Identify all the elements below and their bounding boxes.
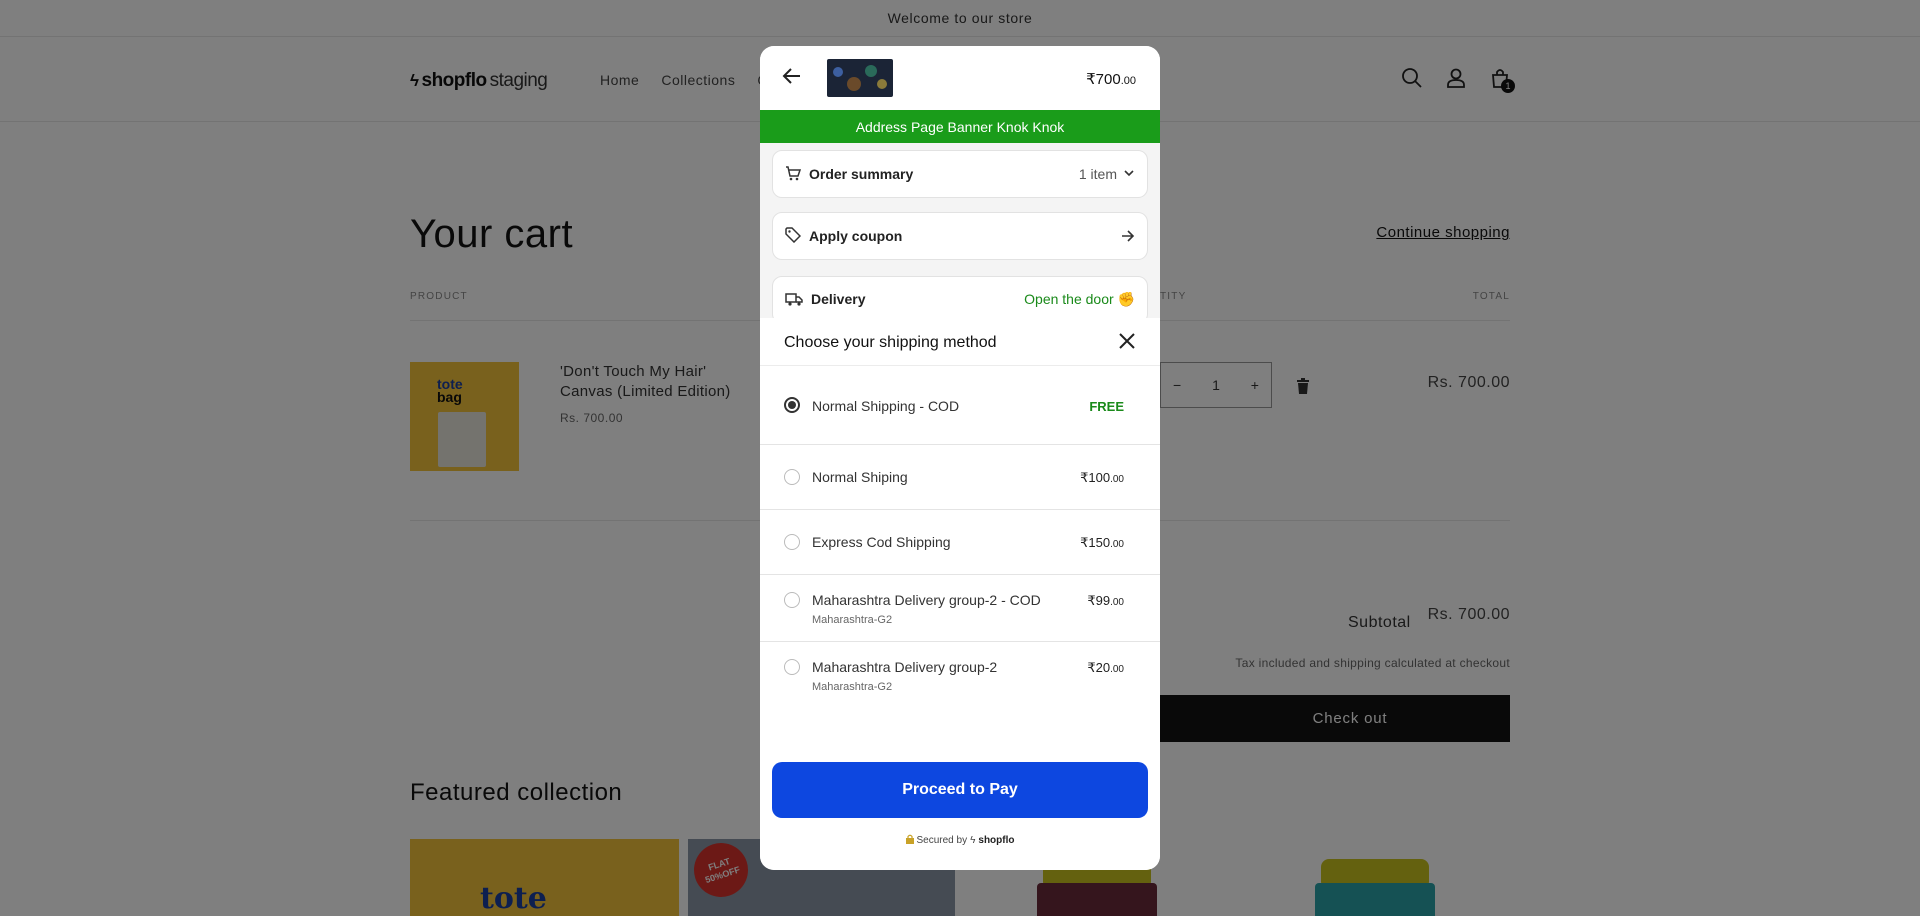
shipping-option-name: Maharashtra Delivery group-2 - COD (812, 592, 1041, 608)
shipping-option-name: Normal Shipping - COD (812, 398, 960, 414)
promo-banner-text: Address Page Banner Knok Knok (855, 118, 1065, 135)
tag-icon (785, 226, 802, 246)
shipping-option-cost: ₹20.00 (1087, 660, 1124, 676)
order-total: ₹700.00 (1086, 70, 1136, 88)
apply-coupon-row[interactable]: Apply coupon (772, 212, 1148, 260)
close-icon[interactable] (1118, 332, 1136, 355)
back-arrow-icon[interactable] (782, 66, 802, 91)
order-total-decimal: .00 (1120, 75, 1136, 87)
sheet-title: Choose your shipping method (784, 334, 997, 351)
chevron-down-icon (1123, 166, 1135, 182)
modal-header: ₹700.00 (760, 46, 1160, 110)
delivery-value: Open the door ✊ (1024, 291, 1135, 307)
secured-prefix: Secured by (916, 835, 968, 846)
shipping-option[interactable]: Express Cod Shipping ₹150.00 (760, 510, 1160, 575)
shipping-option[interactable]: Maharashtra Delivery group-2 - COD Mahar… (760, 575, 1160, 642)
bolt-icon: ϟ (970, 835, 976, 846)
shipping-option-cost: ₹150.00 (1080, 535, 1124, 551)
shipping-option-cost: ₹100.00 (1080, 470, 1124, 486)
sheet-header: Choose your shipping method (760, 318, 1160, 366)
truck-icon (785, 291, 803, 310)
delivery-row[interactable]: Delivery Open the door ✊ (772, 276, 1148, 324)
order-summary-count: 1 item (1078, 166, 1117, 182)
arrow-right-icon (1121, 229, 1135, 243)
shipping-option-sub: Maharashtra-G2 (812, 614, 893, 626)
shipping-option[interactable]: Maharashtra Delivery group-2 Maharashtra… (760, 642, 1160, 709)
radio-button[interactable] (784, 659, 800, 675)
shipping-option-name: Express Cod Shipping (812, 534, 951, 550)
cost-main: ₹150 (1080, 535, 1111, 550)
product-thumbnail (827, 59, 893, 97)
proceed-to-pay-label: Proceed to Pay (902, 781, 1018, 798)
order-total-main: ₹700 (1086, 71, 1121, 88)
radio-button[interactable] (784, 397, 800, 413)
secured-brand: shopflo (978, 835, 1015, 846)
lock-icon (905, 834, 914, 847)
cost-decimal: .00 (1110, 597, 1124, 608)
cost-main: ₹100 (1080, 470, 1111, 485)
shipping-option[interactable]: Normal Shipping - COD FREE (760, 366, 1160, 445)
shipping-option-cost: ₹99.00 (1087, 593, 1124, 609)
cost-decimal: .00 (1110, 664, 1124, 675)
shipping-option-sub: Maharashtra-G2 (812, 681, 893, 693)
radio-button[interactable] (784, 534, 800, 550)
cost-main: ₹20 (1087, 660, 1111, 675)
shipping-option-cost: FREE (1089, 399, 1124, 414)
cost-decimal: .00 (1110, 474, 1124, 485)
checkout-modal: ₹700.00 Address Page Banner Knok Knok Or… (760, 46, 1160, 870)
shipping-option-name: Normal Shiping (812, 469, 908, 485)
cost-decimal: .00 (1110, 539, 1124, 550)
secured-by-footer: Secured by ϟ shopflo (760, 834, 1160, 847)
shipping-option[interactable]: Normal Shiping ₹100.00 (760, 445, 1160, 510)
order-summary-row[interactable]: Order summary 1 item (772, 150, 1148, 198)
radio-button[interactable] (784, 469, 800, 485)
shipping-method-sheet: Choose your shipping method Normal Shipp… (760, 318, 1160, 870)
proceed-to-pay-button[interactable]: Proceed to Pay (772, 762, 1148, 818)
promo-banner: Address Page Banner Knok Knok (760, 110, 1160, 143)
delivery-label: Delivery (811, 291, 866, 307)
order-summary-label: Order summary (809, 166, 914, 182)
radio-button[interactable] (784, 592, 800, 608)
apply-coupon-label: Apply coupon (809, 228, 903, 244)
cart-outline-icon (785, 165, 802, 184)
shipping-option-name: Maharashtra Delivery group-2 (812, 659, 998, 675)
cost-main: ₹99 (1087, 593, 1111, 608)
